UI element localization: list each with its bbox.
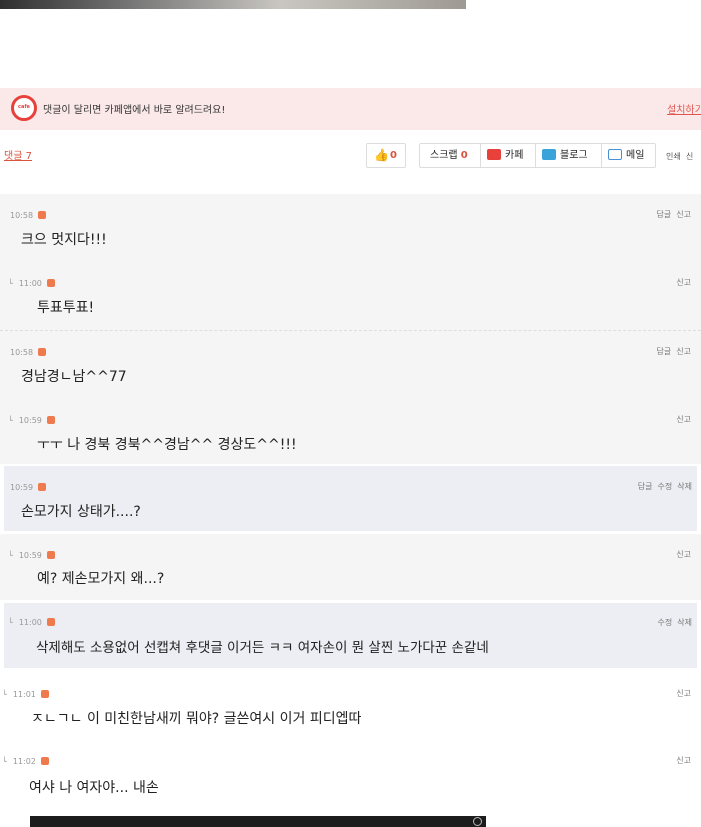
my-comment-item: 10:59 답글 수정 삭제 손모가지 상태가....? (4, 466, 697, 531)
reply-arrow-icon: └ (8, 618, 13, 627)
new-badge-icon (38, 347, 47, 356)
reply-item: └ 10:59 신고 ㅜㅜ 나 경북 경북^^경남^^ 경상도^^!!! (0, 399, 701, 464)
share-toolbar: 스크랩 0 카페 블로그 메일 (419, 143, 656, 168)
reply-link[interactable]: 답글 (657, 347, 672, 356)
reply-link[interactable]: 답글 (638, 482, 653, 491)
new-badge-icon (46, 415, 55, 424)
comment-time: └ 11:01 (2, 689, 49, 699)
thumbs-up-icon: 👍 (374, 148, 389, 162)
comment-text: 투표투표! (37, 300, 95, 316)
reply-item: └ 10:59 신고 예? 제손모가지 왜...? (0, 534, 701, 600)
cafe-label: 카페 (505, 150, 524, 161)
reply-arrow-icon: └ (8, 416, 13, 425)
comment-actions: 답글 신고 (652, 346, 691, 357)
print-link[interactable]: 인쇄 (666, 152, 681, 161)
comment-time: └ 11:00 (8, 278, 55, 288)
report-link[interactable]: 신고 (676, 550, 691, 559)
report-link[interactable]: 신고 (676, 415, 691, 424)
comment-text: 크으 멋지다!!! (21, 232, 107, 248)
reply-arrow-icon: └ (8, 279, 13, 288)
new-badge-icon (40, 756, 49, 765)
share-cafe-button[interactable]: 카페 (480, 144, 523, 167)
blog-icon (542, 148, 556, 160)
comment-time: └ 11:02 (2, 756, 49, 766)
edit-link[interactable]: 수정 (658, 618, 673, 627)
reply-item: └ 11:02 신고 여샤 나 여자야... 내손 (0, 739, 701, 827)
comment-time: └ 11:00 (8, 617, 55, 627)
mail-label: 메일 (626, 150, 645, 161)
reply-arrow-icon: └ (2, 690, 7, 699)
report-link[interactable]: 신고 (676, 278, 691, 287)
print-report-links: 인쇄 신 (666, 151, 693, 162)
report-link[interactable]: 신고 (676, 347, 691, 356)
new-badge-icon (46, 617, 55, 626)
new-badge-icon (38, 210, 47, 219)
zoom-icon[interactable] (473, 817, 482, 826)
cafe-icon (487, 148, 501, 160)
blog-label: 블로그 (560, 150, 588, 161)
reply-arrow-icon: └ (2, 757, 7, 766)
comment-list: 10:58 답글 신고 크으 멋지다!!! └ 11:00 신고 투표투표! 10:… (0, 194, 701, 827)
reply-arrow-icon: └ (8, 551, 13, 560)
comment-text: 경남경ㄴ남^^77 (21, 369, 127, 385)
comment-text: 예? 제손모가지 왜...? (37, 571, 165, 587)
share-blog-button[interactable]: 블로그 (535, 144, 588, 167)
report-link[interactable]: 신고 (676, 210, 691, 219)
comment-text: 손모가지 상태가....? (21, 504, 141, 520)
edit-link[interactable]: 수정 (658, 482, 673, 491)
comment-actions: 신고 (671, 549, 691, 560)
like-button[interactable]: 👍 0 (366, 143, 406, 168)
comment-text: 삭제해도 소용없어 선캡쳐 후댓글 이거든 ㅋㅋ 여자손이 뭔 살찐 노가다꾼 … (36, 640, 489, 656)
banner-text: 댓글이 달리면 카페앱에서 바로 알려드려요! (43, 105, 226, 116)
report-link[interactable]: 신고 (676, 756, 691, 765)
comment-actions: 신고 (671, 755, 691, 766)
report-link[interactable]: 신 (686, 152, 693, 161)
comment-time: 10:58 (10, 210, 47, 220)
comment-text: ㅈㄴㄱㄴ 이 미친한남새끼 뭐야? 글쓴여시 이거 피디엡따 (31, 711, 362, 727)
new-badge-icon (46, 278, 55, 287)
cafe-logo-icon: cafe (11, 95, 37, 121)
comment-actions: 답글 신고 (652, 209, 691, 220)
comment-time: 10:58 (10, 347, 47, 357)
delete-link[interactable]: 삭제 (677, 482, 692, 491)
new-badge-icon (46, 550, 55, 559)
comment-time: └ 10:59 (8, 550, 55, 560)
comment-text: 여샤 나 여자야... 내손 (29, 780, 159, 796)
scrap-count: 0 (460, 150, 468, 161)
comment-text: ㅜㅜ 나 경북 경북^^경남^^ 경상도^^!!! (37, 437, 297, 453)
comment-actions: 신고 (671, 277, 691, 288)
comment-actions: 신고 (671, 688, 691, 699)
report-link[interactable]: 신고 (676, 689, 691, 698)
scrap-label: 스크랩 (430, 150, 458, 161)
comment-actions: 답글 수정 삭제 (633, 481, 692, 492)
share-mail-button[interactable]: 메일 (601, 144, 644, 167)
comment-item: 10:58 답글 신고 크으 멋지다!!! (0, 194, 701, 262)
comment-actions: 수정 삭제 (653, 617, 692, 628)
comment-item: 10:58 답글 신고 경남경ㄴ남^^77 (0, 331, 701, 399)
cropped-photo (0, 0, 466, 9)
attached-image[interactable] (30, 816, 486, 827)
scrap-button[interactable]: 스크랩 0 (430, 144, 468, 167)
reply-link[interactable]: 답글 (657, 210, 672, 219)
delete-link[interactable]: 삭제 (677, 618, 692, 627)
install-link[interactable]: 설치하기 (667, 101, 701, 116)
new-badge-icon (38, 482, 47, 491)
reply-item: └ 11:01 신고 ㅈㄴㄱㄴ 이 미친한남새끼 뭐야? 글쓴여시 이거 피디엡따 (0, 671, 701, 739)
comment-count-link[interactable]: 댓글 7 (4, 147, 32, 162)
like-count: 0 (390, 150, 397, 161)
mail-icon (608, 148, 622, 160)
comment-time: 10:59 (10, 482, 47, 492)
reply-item: └ 11:00 신고 투표투표! (0, 262, 701, 331)
comment-time: └ 10:59 (8, 415, 55, 425)
comment-actions: 신고 (671, 414, 691, 425)
my-reply-item: └ 11:00 수정 삭제 삭제해도 소용없어 선캡쳐 후댓글 이거든 ㅋㅋ 여자손… (4, 603, 697, 668)
new-badge-icon (40, 689, 49, 698)
